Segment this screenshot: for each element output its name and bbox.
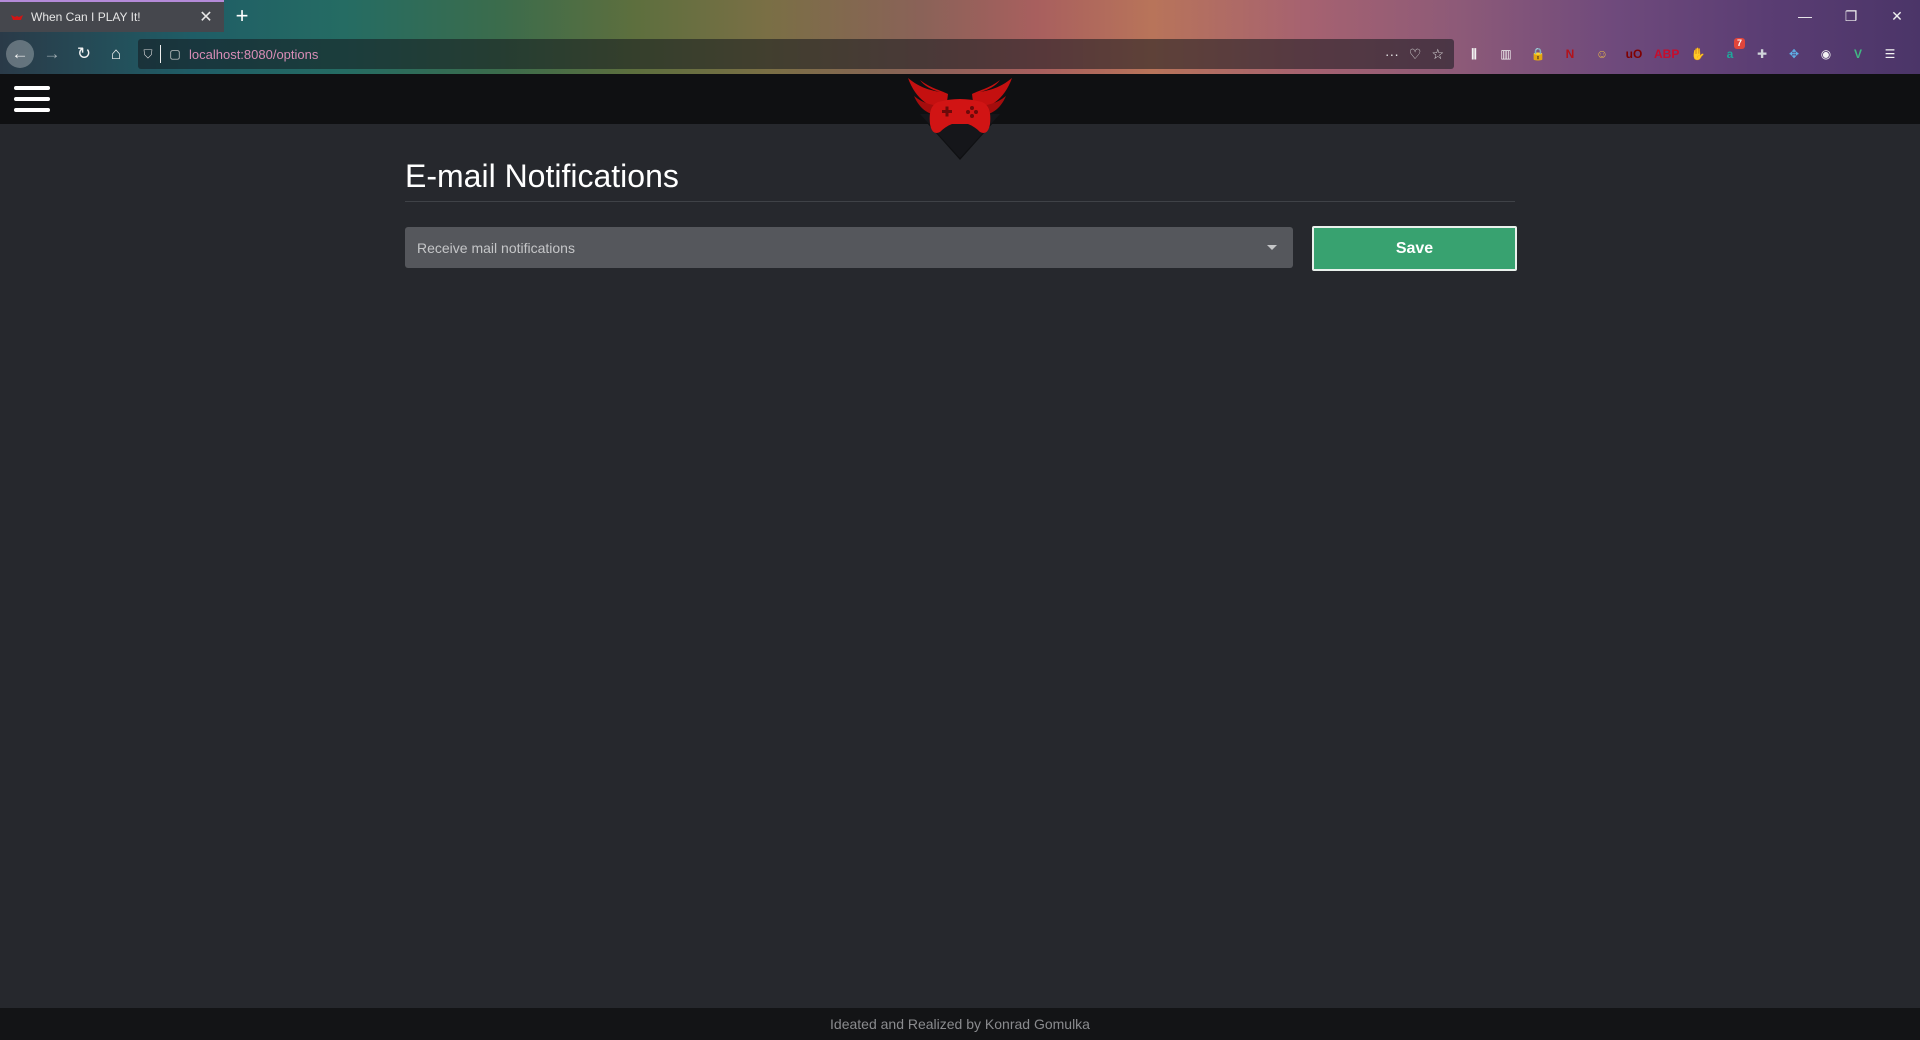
mail-notifications-select[interactable]: Receive mail notifications xyxy=(405,227,1293,268)
select-placeholder: Receive mail notifications xyxy=(417,239,575,256)
gamepad-ext-icon[interactable]: ✥ xyxy=(1782,42,1806,66)
url-text[interactable]: localhost:8080/options xyxy=(189,47,1385,62)
new-tab-button[interactable]: + xyxy=(228,2,256,30)
url-divider xyxy=(160,45,161,63)
vue-ext-icon[interactable]: V xyxy=(1846,42,1870,66)
page-title: E-mail Notifications xyxy=(405,158,679,194)
puzzle-ext-icon-glyph: ✚ xyxy=(1756,47,1768,61)
minimize-button[interactable]: — xyxy=(1782,0,1828,32)
lock-ext-icon[interactable]: 🔒 xyxy=(1526,42,1550,66)
tab-bar: When Can I PLAY It! ✕ + — ❐ ✕ xyxy=(0,0,1920,32)
extension-badge: 7 xyxy=(1734,38,1745,49)
page-actions-icon[interactable]: ··· xyxy=(1385,46,1399,63)
gamepad-ext-icon-glyph: ✥ xyxy=(1788,47,1800,61)
toolbar-extensions: ⫼ ▥ 🔒 N ☺ uO ABP ✋ a 7 ✚ ✥ ◉ V ☰ xyxy=(1462,38,1902,68)
url-bar[interactable]: ⛉ ▢ localhost:8080/options ··· ♡ ☆ xyxy=(138,39,1454,69)
hand-ext-icon-glyph: ✋ xyxy=(1690,47,1706,61)
navigation-bar: ← → ↻ ⌂ ⛉ ▢ localhost:8080/options ··· ♡… xyxy=(0,36,1920,72)
reload-button[interactable]: ↻ xyxy=(70,40,98,68)
footer: Ideated and Realized by Konrad Gomulka xyxy=(0,1008,1920,1040)
close-window-button[interactable]: ✕ xyxy=(1874,0,1920,32)
netflix-ext-icon[interactable]: N xyxy=(1558,42,1582,66)
save-button[interactable]: Save xyxy=(1312,226,1517,271)
options-content: E-mail Notifications Receive mail notifi… xyxy=(405,124,1517,274)
face-ext-icon[interactable]: ☺ xyxy=(1590,42,1614,66)
vue-ext-icon-glyph: V xyxy=(1853,47,1862,61)
a-ext-icon[interactable]: a7 xyxy=(1718,38,1745,66)
adblock-plus-icon[interactable]: ABP xyxy=(1654,42,1680,66)
chevron-down-icon xyxy=(1267,245,1277,250)
title-divider xyxy=(405,201,1515,202)
restore-button[interactable]: ❐ xyxy=(1828,0,1874,32)
page-info-icon[interactable]: ▢ xyxy=(165,47,185,61)
forward-button[interactable]: → xyxy=(38,40,66,68)
lock-ext-icon-glyph: 🔒 xyxy=(1530,47,1546,61)
netflix-ext-icon-glyph: N xyxy=(1565,47,1575,61)
browser-tab[interactable]: When Can I PLAY It! ✕ xyxy=(0,0,224,32)
sidebar-icon[interactable]: ▥ xyxy=(1494,42,1518,66)
tab-title: When Can I PLAY It! xyxy=(31,10,141,24)
menu-icon-glyph: ☰ xyxy=(1884,47,1896,61)
browser-chrome: When Can I PLAY It! ✕ + — ❐ ✕ ← → ↻ ⌂ ⛉ … xyxy=(0,0,1920,74)
menu-icon[interactable]: ☰ xyxy=(1878,42,1902,66)
adblock-plus-icon-glyph: ABP xyxy=(1654,47,1680,61)
ublock-icon-glyph: uO xyxy=(1625,47,1643,61)
sidebar-icon-glyph: ▥ xyxy=(1500,47,1512,61)
library-icon[interactable]: ⫼ xyxy=(1462,42,1486,66)
tab-close-icon[interactable]: ✕ xyxy=(196,7,216,27)
library-icon-glyph: ⫼ xyxy=(1471,47,1477,61)
a-ext-icon-glyph: a xyxy=(1726,47,1734,61)
home-button[interactable]: ⌂ xyxy=(102,40,130,68)
hand-ext-icon[interactable]: ✋ xyxy=(1686,42,1710,66)
puzzle-ext-icon[interactable]: ✚ xyxy=(1750,42,1774,66)
ublock-icon[interactable]: uO xyxy=(1622,42,1646,66)
bookmark-star-icon[interactable]: ☆ xyxy=(1431,46,1444,63)
notification-form: Receive mail notifications Save xyxy=(405,226,1517,274)
hamburger-menu-icon[interactable] xyxy=(14,84,50,114)
pocket-icon[interactable]: ♡ xyxy=(1409,46,1422,63)
back-button[interactable]: ← xyxy=(6,40,34,68)
face-ext-icon-glyph: ☺ xyxy=(1595,47,1609,61)
account-icon[interactable]: ◉ xyxy=(1814,42,1838,66)
tracking-shield-icon[interactable]: ⛉ xyxy=(138,47,158,62)
account-icon-glyph: ◉ xyxy=(1820,47,1832,61)
favicon-icon xyxy=(11,15,23,20)
